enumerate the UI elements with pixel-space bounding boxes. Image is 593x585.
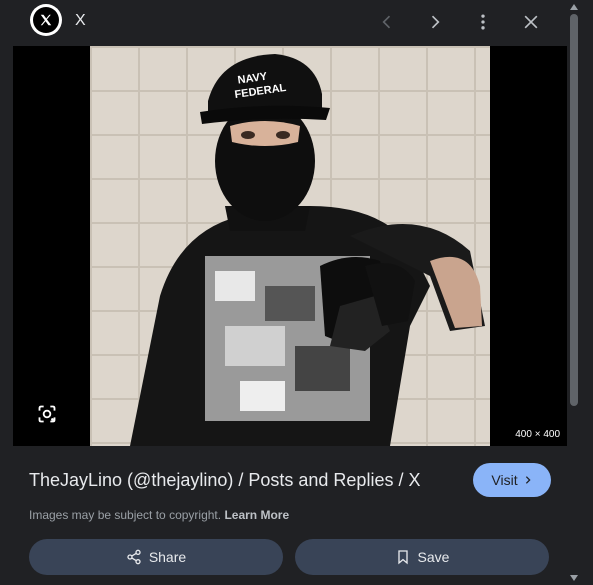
preview-photo[interactable]: NAVY FEDERAL [90, 46, 490, 446]
chevron-left-icon[interactable] [373, 8, 401, 36]
image-viewer: NAVY FEDERAL 400 × 400 [13, 46, 567, 446]
scrollbar[interactable] [568, 0, 593, 585]
copyright-notice: Images may be subject to copyright. Lear… [29, 508, 289, 522]
chevron-right-icon [525, 476, 531, 484]
visit-label: Visit [491, 472, 518, 488]
chevron-right-icon[interactable] [421, 8, 449, 36]
save-button[interactable]: Save [295, 539, 549, 575]
visit-button[interactable]: Visit [473, 463, 551, 497]
scroll-up-icon[interactable] [569, 2, 579, 12]
share-button[interactable]: Share [29, 539, 283, 575]
scroll-down-icon[interactable] [569, 573, 579, 583]
preview-header: X [13, 0, 567, 46]
save-label: Save [417, 549, 450, 565]
bookmark-icon [397, 550, 408, 565]
more-vert-icon[interactable] [469, 8, 497, 36]
site-name[interactable]: X [75, 12, 86, 30]
result-title[interactable]: TheJayLino (@thejaylino) / Posts and Rep… [29, 470, 420, 491]
scroll-thumb[interactable] [570, 14, 578, 406]
copyright-text: Images may be subject to copyright. [29, 508, 222, 522]
image-preview-panel: X NAVY FEDERAL 400 × 400 TheJayLino (@th… [13, 0, 567, 585]
image-dimensions: 400 × 400 [512, 427, 563, 442]
x-logo-icon[interactable] [30, 4, 62, 36]
share-icon [127, 549, 141, 565]
learn-more-link[interactable]: Learn More [224, 508, 289, 522]
google-lens-icon[interactable] [33, 400, 61, 428]
share-label: Share [148, 549, 187, 565]
close-icon[interactable] [517, 8, 545, 36]
